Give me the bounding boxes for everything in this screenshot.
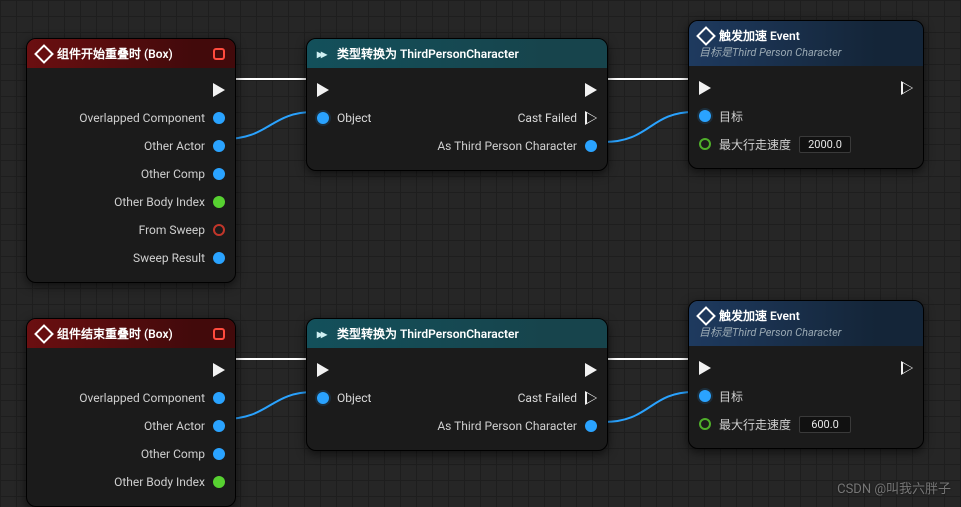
node-title: 类型转换为 ThirdPersonCharacter (337, 45, 519, 62)
pin-label: Other Comp (141, 447, 205, 461)
node-header[interactable]: 触发加速 Event 目标是Third Person Character (689, 21, 923, 66)
node-header[interactable]: 触发加速 Event 目标是Third Person Character (689, 301, 923, 346)
pin-other-body-index[interactable] (213, 476, 225, 488)
pin-as-character[interactable] (585, 420, 597, 432)
node-title: 类型转换为 ThirdPersonCharacter (337, 325, 519, 342)
node-header[interactable]: 类型转换为 ThirdPersonCharacter (307, 319, 607, 348)
exec-in-pin[interactable] (699, 81, 711, 95)
pin-as-character[interactable] (585, 140, 597, 152)
pin-label: Object (337, 391, 371, 405)
pin-label: As Third Person Character (437, 139, 577, 153)
exec-out-pin[interactable] (213, 83, 225, 97)
cast-icon (317, 327, 331, 341)
node-event-end-overlap[interactable]: 组件结束重叠时 (Box) Overlapped Component Other… (26, 318, 236, 507)
pin-label: Sweep Result (133, 251, 205, 265)
stop-icon (213, 328, 225, 340)
exec-cast-failed-pin[interactable] (585, 391, 597, 405)
node-header[interactable]: 类型转换为 ThirdPersonCharacter (307, 39, 607, 68)
pin-target[interactable] (699, 110, 711, 122)
node-title: 触发加速 Event (719, 27, 800, 44)
pin-other-body-index[interactable] (213, 196, 225, 208)
pin-label: From Sweep (139, 223, 205, 237)
pin-label: Other Actor (144, 139, 205, 153)
pin-label: Cast Failed (518, 111, 577, 125)
exec-out-pin[interactable] (901, 361, 913, 375)
node-cast-2[interactable]: 类型转换为 ThirdPersonCharacter Object Cast F… (306, 318, 608, 451)
node-title: 组件开始重叠时 (Box) (57, 45, 173, 62)
node-cast-1[interactable]: 类型转换为 ThirdPersonCharacter Object Cast F… (306, 38, 608, 171)
watermark: CSDN @叫我六胖子 (837, 478, 951, 497)
node-speed-event-2[interactable]: 触发加速 Event 目标是Third Person Character 目标 … (688, 300, 924, 449)
pin-label: As Third Person Character (437, 419, 577, 433)
exec-out-pin[interactable] (213, 363, 225, 377)
exec-out-pin[interactable] (585, 363, 597, 377)
node-title: 触发加速 Event (719, 307, 800, 324)
pin-object[interactable] (317, 392, 329, 404)
exec-out-pin[interactable] (585, 83, 597, 97)
pin-sweep-result[interactable] (213, 252, 225, 264)
node-event-begin-overlap[interactable]: 组件开始重叠时 (Box) Overlapped Component Other… (26, 38, 236, 283)
pin-label: 目标 (719, 388, 743, 405)
pin-other-actor[interactable] (213, 420, 225, 432)
pin-other-actor[interactable] (213, 140, 225, 152)
event-icon (696, 306, 716, 326)
pin-target[interactable] (699, 390, 711, 402)
max-walk-speed-input[interactable]: 600.0 (799, 416, 851, 433)
cast-icon (317, 47, 331, 61)
node-header[interactable]: 组件开始重叠时 (Box) (27, 39, 235, 68)
event-icon (34, 324, 54, 344)
pin-overlapped-component[interactable] (213, 392, 225, 404)
exec-in-pin[interactable] (699, 361, 711, 375)
pin-label: 最大行走速度 (719, 136, 791, 153)
exec-out-pin[interactable] (901, 81, 913, 95)
pin-label: 目标 (719, 108, 743, 125)
max-walk-speed-input[interactable]: 2000.0 (799, 136, 851, 153)
exec-in-pin[interactable] (317, 83, 329, 97)
node-title: 组件结束重叠时 (Box) (57, 325, 173, 342)
exec-in-pin[interactable] (317, 363, 329, 377)
pin-object[interactable] (317, 112, 329, 124)
pin-max-walk-speed[interactable] (699, 418, 711, 430)
pin-label: Cast Failed (518, 391, 577, 405)
exec-cast-failed-pin[interactable] (585, 111, 597, 125)
event-icon (696, 26, 716, 46)
pin-from-sweep[interactable] (213, 224, 225, 236)
pin-label: Other Body Index (114, 475, 205, 489)
stop-icon (213, 48, 225, 60)
event-icon (34, 44, 54, 64)
pin-label: Overlapped Component (79, 391, 205, 405)
pin-label: Other Comp (141, 167, 205, 181)
node-speed-event-1[interactable]: 触发加速 Event 目标是Third Person Character 目标 … (688, 20, 924, 169)
pin-label: 最大行走速度 (719, 416, 791, 433)
pin-label: Other Actor (144, 419, 205, 433)
pin-other-comp[interactable] (213, 168, 225, 180)
pin-max-walk-speed[interactable] (699, 138, 711, 150)
node-subtitle: 目标是Third Person Character (699, 44, 913, 60)
node-header[interactable]: 组件结束重叠时 (Box) (27, 319, 235, 348)
pin-other-comp[interactable] (213, 448, 225, 460)
pin-label: Overlapped Component (79, 111, 205, 125)
pin-overlapped-component[interactable] (213, 112, 225, 124)
pin-label: Other Body Index (114, 195, 205, 209)
pin-label: Object (337, 111, 371, 125)
node-subtitle: 目标是Third Person Character (699, 324, 913, 340)
